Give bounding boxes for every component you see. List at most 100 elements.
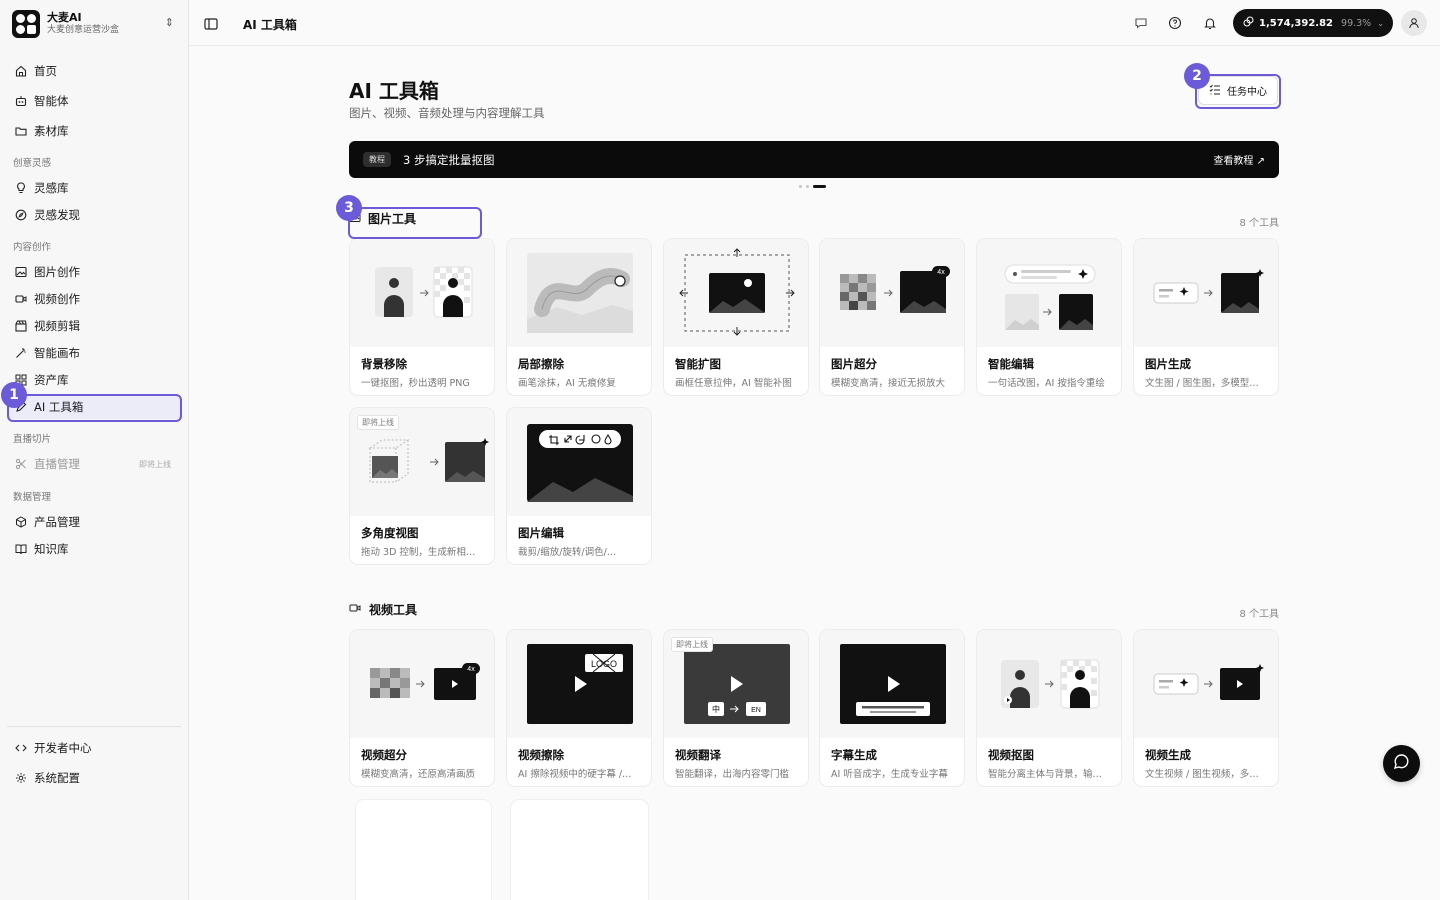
credits-pill[interactable]: 1,574,392.82 99.3% ⌄ [1233, 9, 1393, 37]
coming-soon-badge: 即将上线 [357, 415, 399, 430]
card-title: 字幕生成 [831, 748, 877, 762]
lang-from-text: 中 [712, 704, 720, 714]
upscale-badge-text: 4x [937, 269, 945, 276]
tool-card-subtitle-gen[interactable]: 字幕生成 AI 听音成字，生成专业字幕 [819, 629, 965, 787]
section-label-inspiration: 创意灵感 [13, 158, 52, 169]
sidebar-item-label: 智能画布 [34, 346, 80, 360]
card-title: 背景移除 [361, 357, 407, 371]
sidebar-item-inspiration-lib[interactable]: 灵感库 [7, 176, 181, 200]
sidebar-item-label: 视频剪辑 [34, 319, 80, 333]
video-icon [349, 602, 362, 617]
sidebar-item-settings[interactable]: 系统配置 [7, 766, 181, 790]
coming-soon-badge: 即将上线 [139, 459, 171, 469]
brand-name: 大麦AI [47, 11, 82, 24]
sidebar-item-products[interactable]: 产品管理 [7, 510, 181, 534]
card-desc: AI 擦除视频中的硬字幕 /… [518, 769, 632, 780]
tool-card-video-translate[interactable]: 中 EN 即将上线 视频翻译 智能翻译，出海内容零门槛 [663, 629, 809, 787]
box-icon [14, 516, 27, 529]
card-thumbnail [820, 630, 964, 738]
tool-card-image-edit[interactable]: 图片编辑 裁剪/缩放/旋转/调色/… [506, 407, 652, 565]
tool-card-placeholder [355, 799, 492, 900]
card-desc: 文生视频 / 图生视频，多… [1145, 769, 1259, 780]
annotation-box-1 [7, 394, 182, 422]
carousel-dots[interactable] [799, 185, 826, 188]
sidebar: 大麦AI 大麦创意运营沙盒 ⇕ 首页 智能体 素材库 创意灵感 灵感库 灵感发现… [0, 0, 189, 900]
section-label-content: 内容创作 [13, 242, 52, 253]
carousel-dot[interactable] [799, 185, 802, 188]
help-icon[interactable] [1167, 15, 1183, 31]
sidebar-item-label: 系统配置 [34, 771, 80, 785]
brand-subtitle: 大麦创意运营沙盒 [47, 25, 120, 35]
chevron-down-icon: ⌄ [1377, 18, 1384, 28]
sidebar-item-assets[interactable]: 资产库 [7, 368, 181, 392]
sidebar-item-agents[interactable]: 智能体 [7, 89, 181, 113]
tool-card-multi-angle[interactable]: 即将上线 多角度视图 拖动 3D 控制，生成新相… [349, 407, 495, 565]
card-thumbnail [507, 408, 651, 516]
tool-card-video-upscale[interactable]: 4x 视频超分 模糊变高清，还原高清画质 [349, 629, 495, 787]
tool-card-video-matting[interactable]: 视频抠图 智能分离主体与背景，输… [976, 629, 1122, 787]
banner-tag: 教程 [363, 152, 391, 167]
book-icon [14, 543, 27, 556]
breadcrumb: AI 工具箱 [243, 18, 297, 32]
carousel-dot[interactable] [806, 185, 809, 188]
card-desc: 智能翻译，出海内容零门槛 [675, 769, 790, 780]
card-thumbnail [350, 239, 494, 347]
coming-soon-badge: 即将上线 [671, 637, 713, 652]
code-icon [14, 742, 27, 755]
sidebar-item-home[interactable]: 首页 [7, 59, 181, 83]
brand-switcher[interactable]: 大麦AI 大麦创意运营沙盒 ⇕ [12, 9, 177, 39]
sidebar-item-inspiration-discover[interactable]: 灵感发现 [7, 203, 181, 227]
sidebar-item-video-edit[interactable]: 视频剪辑 [7, 314, 181, 338]
card-desc: 裁剪/缩放/旋转/调色/… [518, 547, 617, 558]
sidebar-toggle-icon[interactable] [204, 16, 218, 35]
gear-icon [14, 772, 27, 785]
section-count: 8 个工具 [1239, 609, 1279, 620]
tool-card-image-gen[interactable]: 图片生成 文生图 / 图生图，多模型… [1133, 238, 1279, 396]
card-thumbnail [507, 239, 651, 347]
tool-card-video-erase[interactable]: LOGO 视频擦除 AI 擦除视频中的硬字幕 /… [506, 629, 652, 787]
home-icon [14, 65, 27, 78]
image-icon [14, 266, 27, 279]
chat-bubble-icon[interactable] [1133, 15, 1149, 31]
sidebar-item-video-create[interactable]: 视频创作 [7, 287, 181, 311]
sidebar-item-label: 图片创作 [34, 265, 80, 279]
folder-icon [14, 125, 27, 138]
banner-text: 3 步搞定批量抠图 [403, 152, 495, 167]
carousel-dot-active[interactable] [813, 185, 826, 188]
card-thumbnail [977, 630, 1121, 738]
card-thumbnail [664, 239, 808, 347]
sidebar-item-live-management[interactable]: 直播管理 即将上线 [7, 452, 181, 476]
avatar[interactable] [1401, 10, 1427, 36]
bell-icon[interactable] [1202, 15, 1218, 31]
chat-fab-button[interactable] [1383, 745, 1420, 782]
tutorial-banner[interactable]: 教程 3 步搞定批量抠图 查看教程 ↗ [349, 141, 1279, 178]
sidebar-item-label: 视频创作 [34, 292, 80, 306]
tool-card-video-gen[interactable]: 视频生成 文生视频 / 图生视频，多… [1133, 629, 1279, 787]
sidebar-item-materials[interactable]: 素材库 [7, 119, 181, 143]
annotation-box-3 [348, 207, 482, 239]
tool-card-bg-remove[interactable]: 背景移除 一键抠图，秒出透明 PNG [349, 238, 495, 396]
card-title: 图片超分 [831, 357, 877, 371]
card-desc: 画笔涂抹，AI 无痕修复 [518, 378, 616, 389]
sidebar-item-label: 首页 [34, 64, 57, 78]
tool-card-smart-edit[interactable]: 智能编辑 一句话改图，AI 按指令重绘 [976, 238, 1122, 396]
brand-logo-icon [12, 10, 40, 38]
clapper-icon [14, 320, 27, 333]
banner-link[interactable]: 查看教程 ↗ [1213, 152, 1265, 167]
tool-card-upscale[interactable]: 4x 图片超分 模糊变高清，接近无损放大 [819, 238, 965, 396]
section-title: 视频工具 [369, 603, 418, 617]
video-icon [14, 293, 27, 306]
annotation-number-3: 3 [336, 195, 362, 221]
sidebar-item-smart-canvas[interactable]: 智能画布 [7, 341, 181, 365]
sidebar-item-knowledge[interactable]: 知识库 [7, 537, 181, 561]
card-title: 视频抠图 [988, 748, 1034, 762]
card-desc: 拖动 3D 控制，生成新相… [361, 547, 476, 558]
chat-bubble-icon [1393, 753, 1410, 774]
sidebar-item-developer[interactable]: 开发者中心 [7, 736, 181, 760]
tool-card-partial-erase[interactable]: 局部擦除 画笔涂抹，AI 无痕修复 [506, 238, 652, 396]
tool-card-outpaint[interactable]: 智能扩图 画框任意拉伸，AI 智能补图 [663, 238, 809, 396]
sidebar-item-label: 直播管理 [34, 457, 80, 471]
card-desc: 模糊变高清，接近无损放大 [831, 378, 946, 389]
sidebar-item-image-create[interactable]: 图片创作 [7, 260, 181, 284]
card-thumbnail: 4x [820, 239, 964, 347]
